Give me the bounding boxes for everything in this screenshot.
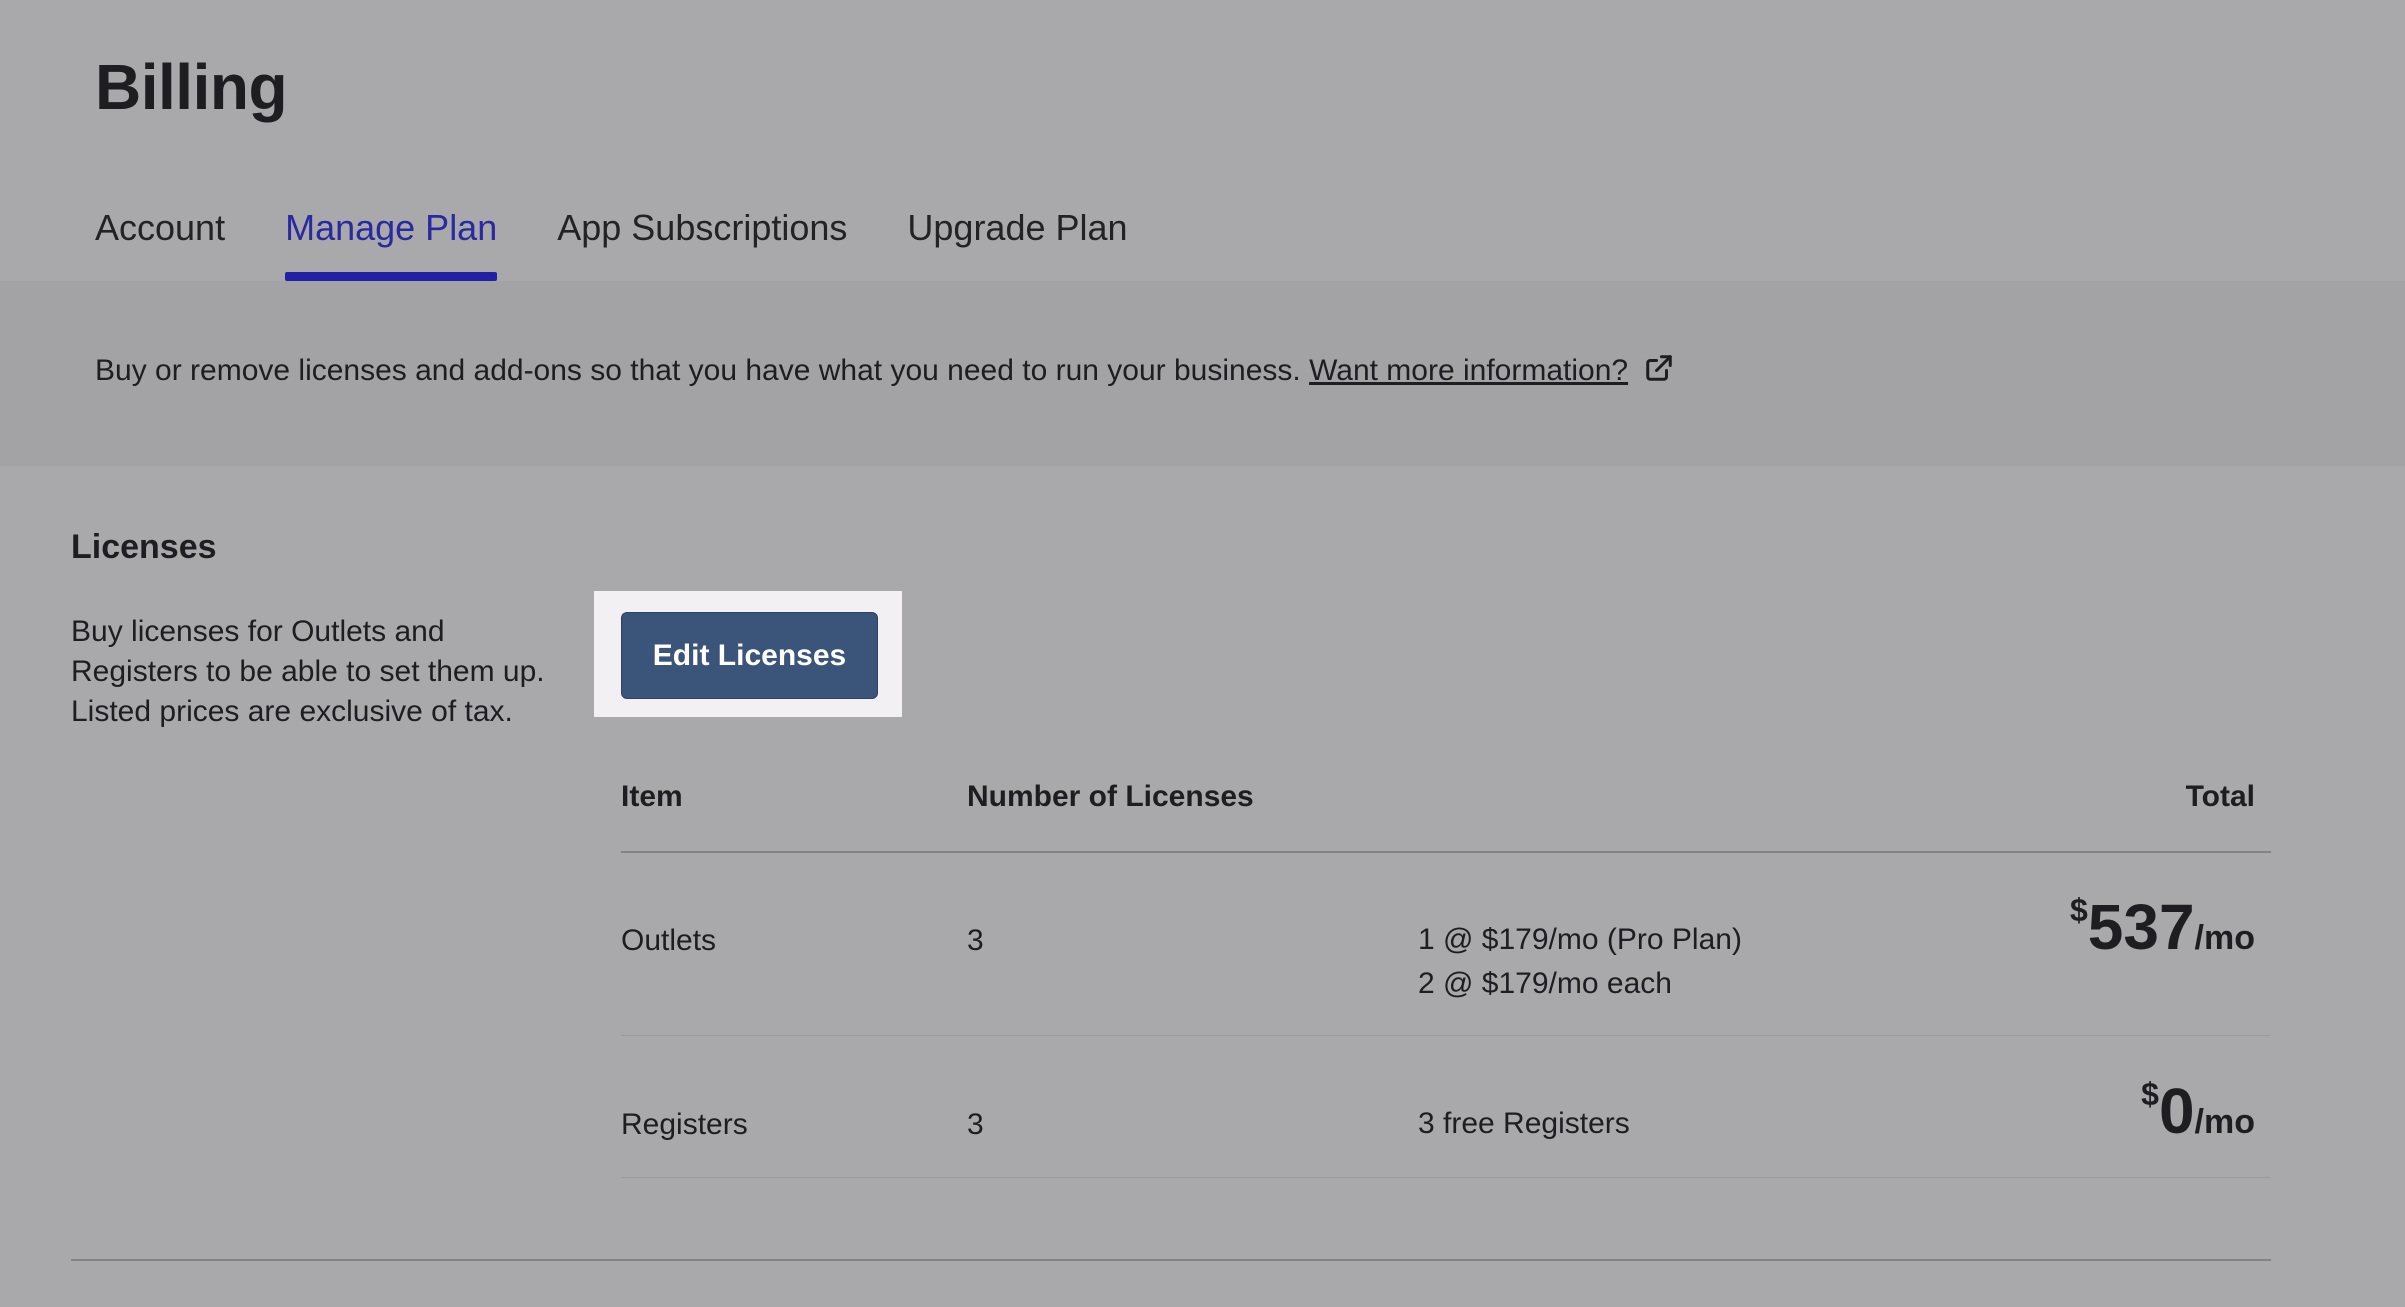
row-count: 3 xyxy=(967,1108,984,1141)
page-title: Billing xyxy=(95,51,288,123)
row-price-details: 3 free Registers xyxy=(1418,1102,1630,1146)
row-divider xyxy=(621,1035,2271,1036)
total-amount: 0 xyxy=(2158,1075,2195,1147)
licenses-description: Buy licenses for Outlets and Registers t… xyxy=(71,615,545,728)
want-more-information-link[interactable]: Want more information? xyxy=(1309,354,1628,387)
row-total: $0/mo xyxy=(2141,1074,2255,1148)
column-header-number-of-licenses: Number of Licenses xyxy=(967,780,1254,813)
currency-symbol: $ xyxy=(2069,892,2088,928)
currency-symbol: $ xyxy=(2141,1076,2159,1112)
licenses-title: Licenses xyxy=(71,528,217,566)
row-divider xyxy=(621,1177,2271,1178)
column-header-total: Total xyxy=(2185,780,2255,813)
tab-app-subscriptions[interactable]: App Subscriptions xyxy=(557,200,847,281)
price-detail-line: 1 @ $179/mo (Pro Plan) xyxy=(1418,923,1742,956)
total-period: /mo xyxy=(2194,919,2255,957)
billing-page: Billing Account Manage Plan App Subscrip… xyxy=(0,0,2405,1307)
billing-tabs: Account Manage Plan App Subscriptions Up… xyxy=(95,200,1188,281)
info-text: Buy or remove licenses and add-ons so th… xyxy=(95,354,1301,387)
tab-account[interactable]: Account xyxy=(95,200,225,281)
price-detail-line: 3 free Registers xyxy=(1418,1107,1630,1140)
row-count: 3 xyxy=(967,924,984,957)
tab-upgrade-plan[interactable]: Upgrade Plan xyxy=(907,200,1127,281)
external-link-icon[interactable] xyxy=(1644,353,1674,383)
row-price-details: 1 @ $179/mo (Pro Plan) 2 @ $179/mo each xyxy=(1418,918,1742,1006)
info-message: Buy or remove licenses and add-ons so th… xyxy=(95,353,1674,388)
price-detail-line: 2 @ $179/mo each xyxy=(1418,967,1672,1000)
section-divider xyxy=(71,1259,2271,1261)
row-item: Outlets xyxy=(621,924,717,957)
total-amount: 537 xyxy=(2087,891,2195,963)
row-item: Registers xyxy=(621,1108,748,1141)
edit-licenses-button[interactable]: Edit Licenses xyxy=(621,612,878,699)
header-divider xyxy=(621,851,2271,853)
row-total: $537/mo xyxy=(2070,890,2255,964)
total-period: /mo xyxy=(2194,1103,2255,1141)
column-header-item: Item xyxy=(621,780,683,813)
tab-manage-plan[interactable]: Manage Plan xyxy=(285,200,498,281)
